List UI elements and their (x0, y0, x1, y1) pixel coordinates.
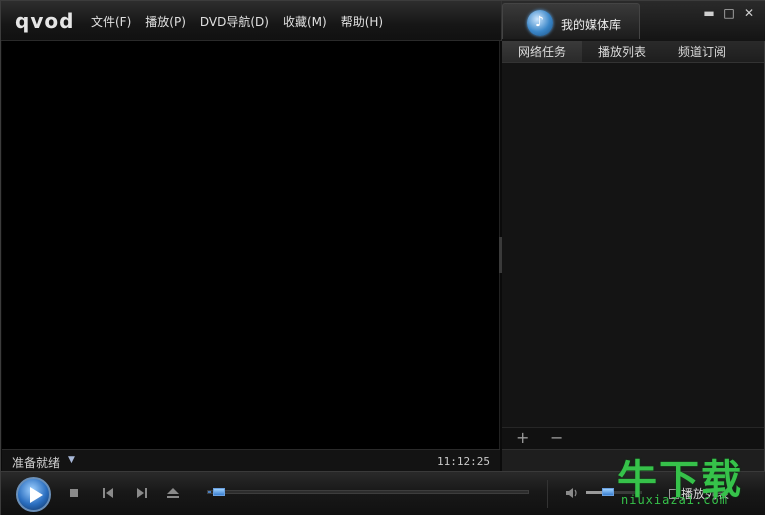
clock-time: 11:12:25 (437, 455, 490, 468)
right-panel-footer (502, 449, 764, 471)
media-library-header: ♪ 我的媒体库 ▬ □ ✕ (501, 1, 765, 41)
volume-button[interactable] (564, 485, 580, 501)
remove-icon[interactable]: − (550, 429, 563, 447)
tab-channel-subscription[interactable]: 频道订阅 (662, 41, 742, 62)
playlist-icon (669, 489, 679, 499)
music-note-icon: ♪ (527, 10, 553, 36)
menu-favorites[interactable]: 收藏(M) (283, 13, 335, 30)
menu-file[interactable]: 文件(F) (91, 13, 139, 30)
menu-bar: 文件(F) 播放(P) DVD导航(D) 收藏(M) 帮助(H) (91, 13, 397, 30)
seek-progress-fill (208, 491, 212, 493)
skip-next-icon (137, 488, 147, 498)
stop-icon (70, 489, 78, 497)
list-toolbar: + − (502, 427, 764, 449)
tab-network-tasks[interactable]: 网络任务 (502, 41, 582, 62)
status-dropdown-icon[interactable]: ▼ (68, 455, 75, 465)
speaker-icon (566, 488, 577, 498)
window-controls: ▬ □ ✕ (703, 7, 755, 19)
title-bar[interactable]: qvod 文件(F) 播放(P) DVD导航(D) 收藏(M) 帮助(H) (1, 1, 501, 41)
seek-bar[interactable] (207, 488, 529, 496)
skip-previous-icon (103, 488, 113, 498)
player-window: qvod 文件(F) 播放(P) DVD导航(D) 收藏(M) 帮助(H) ♪ … (0, 0, 765, 515)
previous-button[interactable] (101, 486, 115, 500)
next-button[interactable] (135, 486, 149, 500)
eject-icon (167, 488, 179, 498)
volume-handle[interactable] (602, 488, 615, 496)
tab-playlist[interactable]: 播放列表 (582, 41, 662, 62)
volume-slider[interactable] (586, 488, 642, 496)
app-logo: qvod (15, 9, 75, 33)
video-display[interactable] (2, 41, 500, 449)
maximize-button[interactable]: □ (723, 7, 735, 19)
add-icon[interactable]: + (516, 429, 529, 447)
control-bar: 播放列表 (1, 471, 765, 515)
media-library-label: 我的媒体库 (561, 18, 622, 32)
menu-help[interactable]: 帮助(H) (341, 13, 391, 30)
playlist-label: 播放列表 (681, 487, 730, 501)
stop-button[interactable] (67, 486, 81, 500)
status-text: 准备就绪 (12, 456, 61, 470)
play-icon (30, 487, 43, 503)
right-panel-tabs: 网络任务 播放列表 频道订阅 (502, 41, 764, 63)
playlist-toggle-button[interactable]: 播放列表 (669, 485, 729, 502)
play-button[interactable] (16, 477, 51, 512)
divider (547, 480, 548, 508)
seek-handle[interactable] (213, 488, 226, 496)
eject-button[interactable] (166, 486, 180, 500)
status-bar: 准备就绪 ▼ 11:12:25 (2, 449, 500, 471)
minimize-button[interactable]: ▬ (703, 7, 715, 19)
task-list[interactable] (502, 63, 764, 427)
media-library-tab[interactable]: ♪ 我的媒体库 (502, 3, 640, 39)
menu-dvd-navigation[interactable]: DVD导航(D) (200, 13, 277, 30)
close-button[interactable]: ✕ (743, 7, 755, 19)
menu-play[interactable]: 播放(P) (145, 13, 194, 30)
